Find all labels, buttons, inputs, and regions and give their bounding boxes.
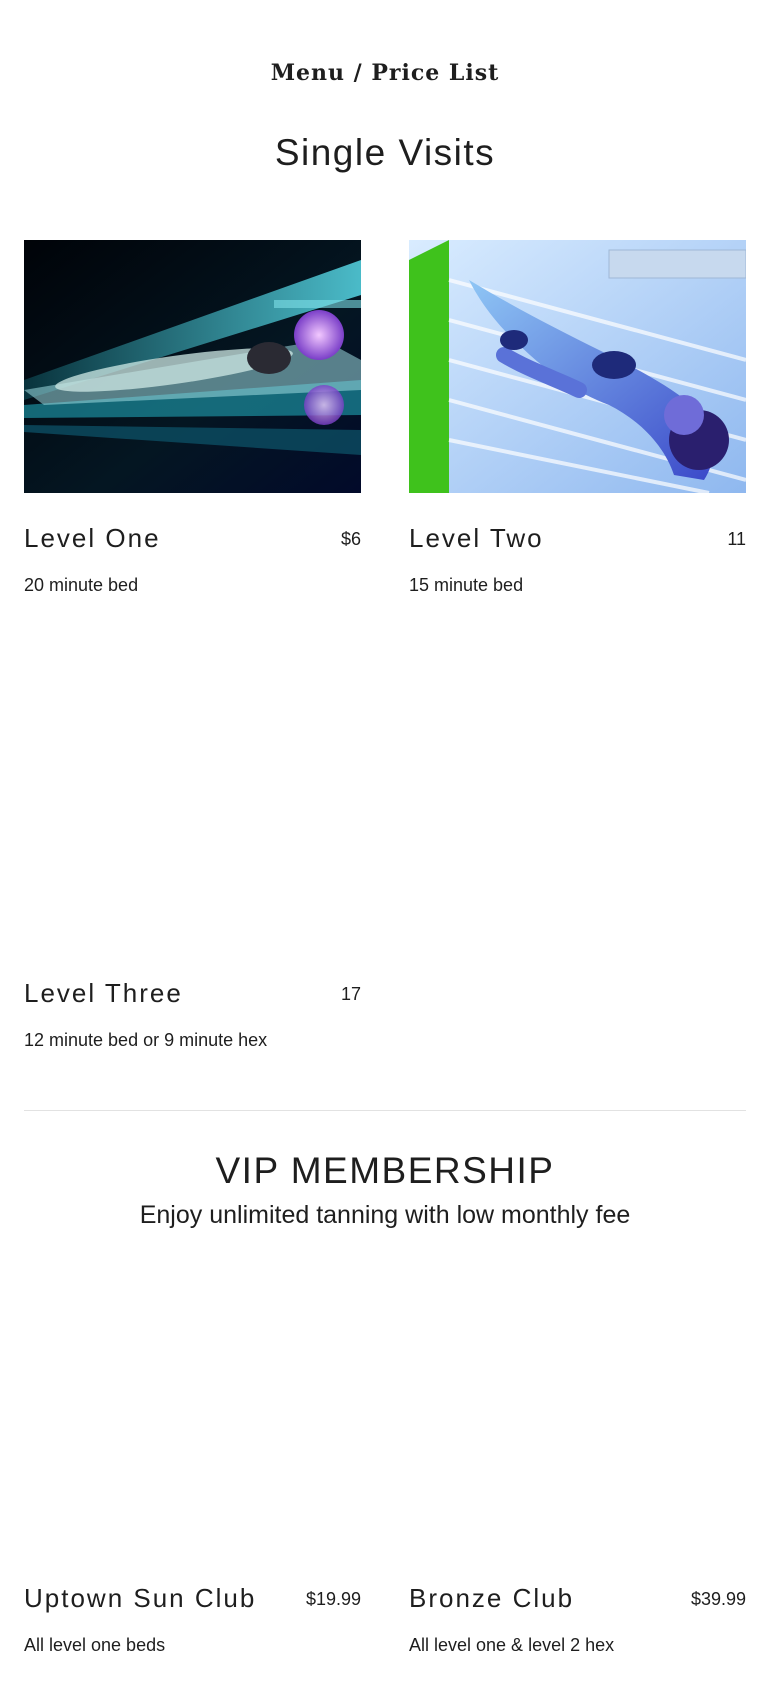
vip-subtitle: Enjoy unlimited tanning with low monthly… <box>139 1201 631 1229</box>
bronze-club-description: All level one & level 2 hex <box>409 1635 615 1655</box>
section-divider <box>24 1110 746 1111</box>
level-two-price: 11 <box>727 529 746 549</box>
vip-title: VIP MEMBERSHIP <box>215 1150 555 1191</box>
uptown-sun-club-description: All level one beds <box>24 1635 166 1655</box>
single-visits-title: Single Visits <box>274 132 496 173</box>
bronze-club-price: $39.99 <box>690 1589 746 1609</box>
level-one-title: Level One <box>24 523 161 553</box>
level-three-title: Level Three <box>24 978 183 1008</box>
level-two-description: 15 minute bed <box>409 575 524 595</box>
uptown-sun-club-price: $19.99 <box>305 1589 361 1609</box>
level-one-photo <box>24 240 361 493</box>
level-two-title: Level Two <box>409 523 544 553</box>
level-three-price: 17 <box>340 984 361 1004</box>
level-one-description: 20 minute bed <box>24 575 139 595</box>
level-two-photo <box>409 240 746 493</box>
bronze-club-title: Bronze Club <box>409 1583 575 1613</box>
page-heading: Menu / Price List <box>270 60 500 86</box>
level-one-price: $6 <box>340 529 361 549</box>
uptown-sun-club-title: Uptown Sun Club <box>24 1583 257 1613</box>
level-three-description: 12 minute bed or 9 minute hex <box>24 1030 268 1050</box>
